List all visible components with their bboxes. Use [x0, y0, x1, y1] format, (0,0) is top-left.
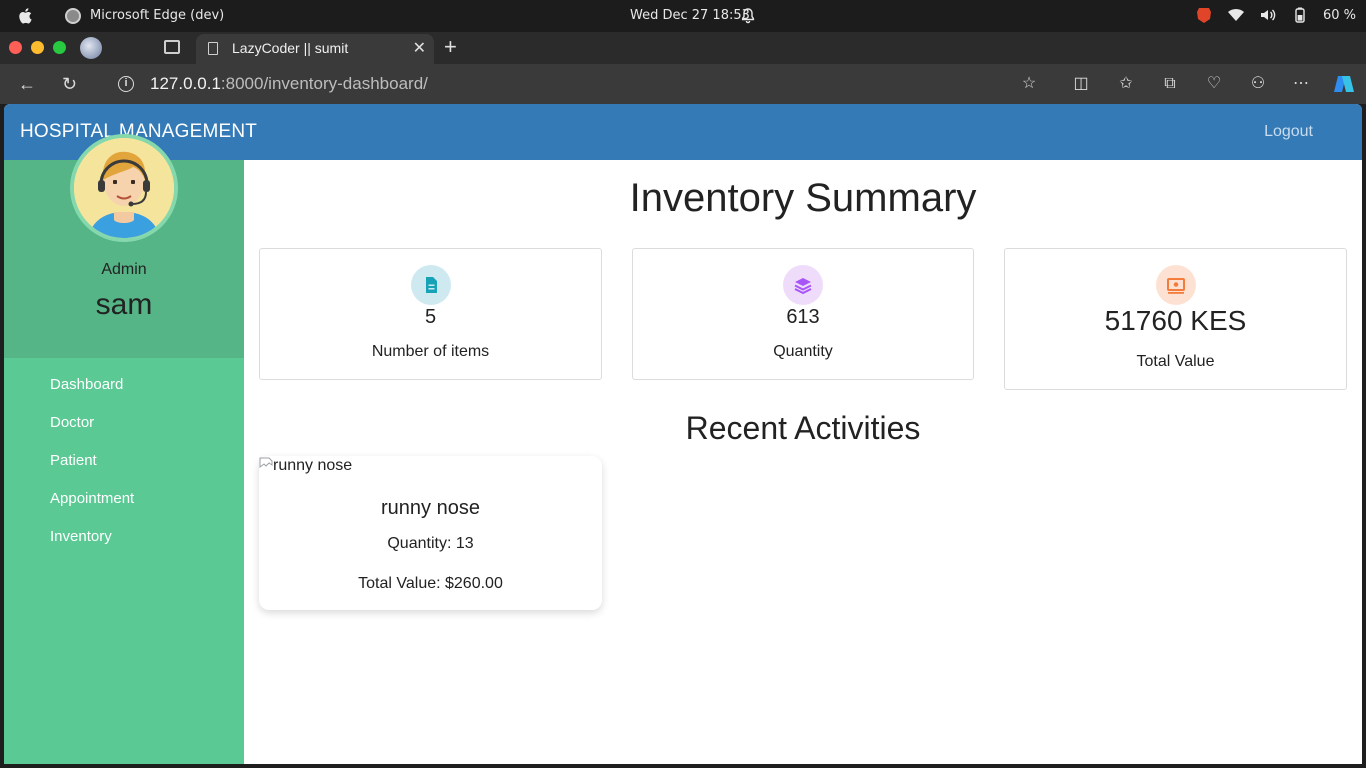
favorites-icon[interactable]: ✩ [1117, 75, 1135, 93]
user-role: Admin [101, 261, 147, 278]
battery-icon[interactable] [1291, 6, 1309, 24]
admin-avatar-icon [74, 138, 174, 238]
browser-toolbar: ← ↻ i 127.0.0.1:8000/inventory-dashboard… [0, 64, 1366, 104]
minimize-window-button[interactable] [31, 41, 44, 54]
items-count-card: 5 Number of items [259, 248, 602, 380]
favorite-star-icon[interactable]: ☆ [1020, 75, 1038, 93]
main-content: Inventory Summary 5 Number of items 613 … [244, 160, 1362, 764]
logout-link[interactable]: Logout [1264, 123, 1313, 141]
edge-app-icon[interactable] [65, 8, 81, 24]
profile-avatar-icon[interactable] [80, 37, 102, 59]
quantity-card: 613 Quantity [632, 248, 974, 380]
url-path: :8000/inventory-dashboard/ [220, 74, 428, 93]
bell-icon [741, 8, 755, 24]
battery-percent[interactable]: 60 % [1323, 8, 1356, 23]
total-value-label: Total Value [1136, 353, 1215, 370]
quantity-value: 613 [786, 306, 820, 328]
document-icon [410, 265, 451, 305]
total-value-amount: 51760 KES [1104, 305, 1247, 336]
close-tab-icon[interactable]: ✕ [413, 38, 426, 58]
items-count-value: 5 [424, 306, 437, 328]
browser-tab[interactable]: LazyCoder || sumit ✕ [196, 34, 434, 64]
sidebar-item-dashboard[interactable]: Dashboard [50, 376, 134, 414]
items-count-label: Number of items [371, 343, 490, 360]
top-navbar: HOSPITAL MANAGEMENT Logout [4, 104, 1362, 160]
web-page: HOSPITAL MANAGEMENT Logout Admin sam Das… [4, 104, 1362, 764]
sidebar-item-appointment[interactable]: Appointment [50, 490, 134, 528]
browser-essentials-icon[interactable]: ♡ [1205, 75, 1223, 93]
os-top-bar: Microsoft Edge (dev) Wed Dec 27 18:53 60… [0, 0, 1366, 32]
volume-icon[interactable] [1259, 6, 1277, 24]
layers-icon [783, 265, 823, 305]
total-value-card: 51760 KES Total Value [1004, 248, 1347, 390]
image-alt-text: runny nose [273, 457, 353, 474]
close-window-button[interactable] [9, 41, 22, 54]
tab-title: LazyCoder || sumit [232, 40, 349, 56]
active-app-name[interactable]: Microsoft Edge (dev) [90, 8, 224, 23]
activity-quantity: Quantity: 13 [387, 535, 474, 552]
sidebar-item-doctor[interactable]: Doctor [50, 414, 134, 452]
new-tab-icon[interactable]: + [444, 36, 457, 58]
recent-activities-title: Recent Activities [685, 410, 921, 446]
extensions-icon[interactable]: ⚇ [1249, 75, 1267, 93]
money-icon [1155, 265, 1196, 305]
collections-icon[interactable]: ⧉ [1161, 75, 1179, 93]
address-bar[interactable]: 127.0.0.1:8000/inventory-dashboard/ [150, 74, 428, 94]
page-title: Inventory Summary [629, 176, 977, 220]
page-icon [208, 42, 218, 55]
back-arrow-icon[interactable]: ← [18, 74, 36, 94]
reload-icon[interactable]: ↻ [62, 74, 77, 94]
wifi-icon[interactable] [1227, 6, 1245, 24]
url-host: 127.0.0.1 [150, 74, 221, 93]
sidebar: Admin sam Dashboard Doctor Patient Appoi… [4, 134, 244, 764]
system-tray: 60 % [1195, 6, 1356, 24]
site-info-icon[interactable]: i [118, 76, 134, 92]
tab-actions-icon[interactable] [164, 40, 180, 54]
split-screen-icon[interactable]: ◫ [1072, 75, 1090, 93]
avatar [70, 134, 178, 242]
sidebar-item-patient[interactable]: Patient [50, 452, 134, 490]
clock[interactable]: Wed Dec 27 18:53 [630, 8, 750, 23]
maximize-window-button[interactable] [53, 41, 66, 54]
quantity-label: Quantity [773, 343, 833, 360]
broken-image-icon [259, 457, 273, 468]
activity-total-value: Total Value: $260.00 [358, 575, 503, 592]
more-menu-icon[interactable]: ⋯ [1292, 75, 1310, 93]
apple-icon[interactable] [18, 7, 34, 25]
copilot-icon[interactable] [1332, 72, 1356, 96]
brave-icon[interactable] [1195, 6, 1213, 24]
sidebar-item-inventory[interactable]: Inventory [50, 528, 134, 566]
activity-card: runny nose runny nose Quantity: 13 Total… [259, 456, 602, 610]
activity-name: runny nose [381, 497, 480, 519]
profile-box: Admin sam [4, 134, 244, 358]
user-name: sam [95, 288, 153, 321]
broken-image: runny nose [259, 457, 352, 475]
sidebar-menu: Dashboard Doctor Patient Appointment Inv… [50, 376, 134, 566]
